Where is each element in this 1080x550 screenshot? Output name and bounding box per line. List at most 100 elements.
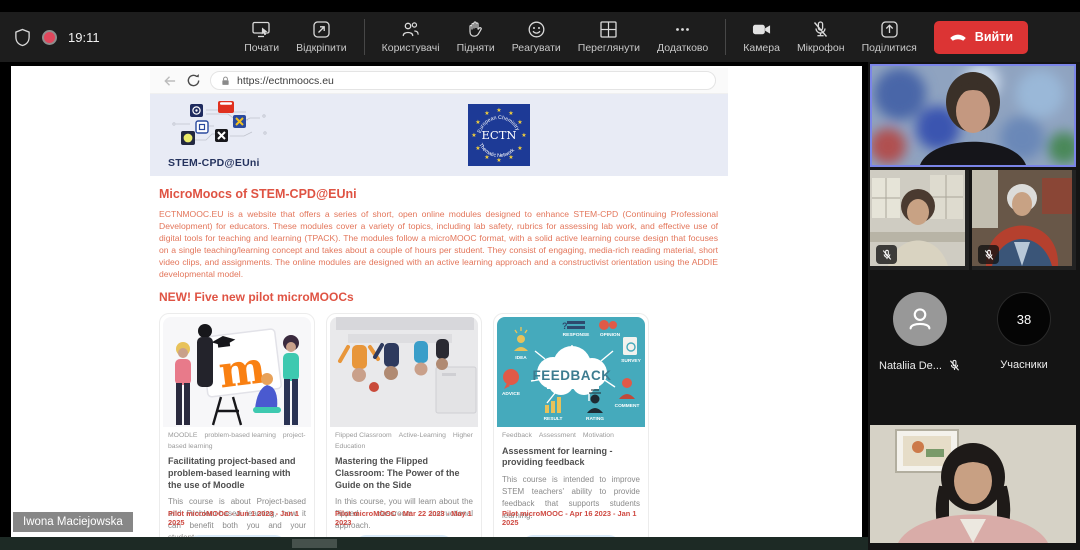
svg-text:★: ★ [484,110,489,117]
video-tile-participant-2[interactable] [870,170,969,270]
participant-name-label: Nataliia De... [879,359,961,372]
svg-text:★: ★ [517,119,522,126]
reload-icon[interactable] [186,73,201,88]
unpin-button[interactable]: Відкріпити [296,20,347,54]
camera-button[interactable]: Камера [743,20,780,54]
leave-button[interactable]: Вийти [933,20,1028,54]
mic-muted-badge [876,245,897,264]
svg-text:★: ★ [517,145,522,152]
course-card-feedback: FEEDBACK ? IDEA RESPONSE OPINION SURVEY … [493,313,649,550]
course-tags: Flipped Classroom Active-Learning Higher E… [335,432,473,450]
intro-paragraph: ECTNMOOC.EU is a website that offers a s… [159,209,718,280]
course-card-moodle: m MOODLE problem-based learning project-… [159,313,315,550]
participants-button[interactable]: Користувачі [382,20,440,54]
phone-hangup-icon [949,34,966,41]
mic-muted-icon [814,21,828,37]
course-tags: Feedback Assessment Motivation [502,432,614,440]
course-title: Assessment for learning - providing feed… [502,445,613,468]
video-tile-participant-3[interactable] [972,170,1076,270]
presenter-name-tag: Iwona Maciejowska [13,512,133,532]
svg-text:★: ★ [508,110,513,117]
start-share-button[interactable]: Почати [244,20,279,54]
view-button[interactable]: Переглянути [578,20,640,54]
svg-text:RESPONSE: RESPONSE [563,332,590,338]
participants-count-badge: 38 [997,292,1051,346]
course-image-moodle: m [163,317,311,428]
site-body: MicroMoocs of STEM-CPD@EUni ECTNMOOC.EU … [150,176,728,550]
more-button[interactable]: Додатково [657,20,708,54]
svg-text:RESULT: RESULT [544,416,563,422]
svg-text:FEEDBACK: FEEDBACK [532,368,611,383]
course-image-feedback: FEEDBACK ? IDEA RESPONSE OPINION SURVEY … [497,317,645,428]
share-screen-icon [252,21,270,38]
ectn-logo: ★ ★★ ★★★ ★★★ ★★★ European Chemistry Thema… [468,104,530,166]
course-card-flipped: Flipped Classroom Active-Learning Higher E… [326,313,482,550]
mic-muted-icon [949,359,960,371]
svg-text:m: m [216,342,268,398]
shared-screen: https://ectnmoocs.eu STEM-CPD@EUni ★ ★ ★… [11,66,862,550]
url-text: https://ectnmoocs.eu [237,74,334,87]
course-title: Mastering the Flipped Classroom: The Pow… [335,456,460,490]
browser-window: https://ectnmoocs.eu STEM-CPD@EUni ★ ★ ★… [150,68,728,550]
page-title: MicroMoocs of STEM-CPD@EUni [159,187,357,201]
speaker-video [872,66,1074,165]
course-title: Facilitating project-based and problem-b… [168,456,296,490]
meeting-toolbar: 19:11 Почати Відкріпити Користувачі Підн… [0,12,1080,62]
taskbar-strip [0,537,868,550]
participants-icon [402,22,419,37]
raise-hand-button[interactable]: Підняти [457,20,495,54]
svg-text:?: ? [562,321,568,331]
svg-text:ADVICE: ADVICE [502,391,521,397]
course-tags: MOODLE problem-based learning project-base… [168,432,306,450]
meeting-window: 19:11 Почати Відкріпити Користувачі Підн… [0,0,1080,550]
participants-count-tile[interactable]: 38 Учасники [972,292,1076,371]
stem-cpd-logo [172,101,267,145]
security-shield-icon [15,28,30,46]
toolbar-divider [363,19,365,55]
toolbar-divider [725,19,727,55]
svg-text:★: ★ [496,107,501,114]
svg-text:ECTN: ECTN [482,128,517,142]
svg-text:OPINION: OPINION [600,332,621,338]
meeting-info: 19:11 [14,28,100,47]
microphone-button[interactable]: Мікрофон [797,20,845,54]
svg-text:RATING: RATING [586,416,604,422]
view-grid-icon [600,21,618,38]
raise-hand-icon [469,21,482,37]
lock-icon [222,76,229,85]
participants-label: Учасники [1000,359,1048,371]
video-tile-participant-4[interactable] [870,425,1076,543]
react-button[interactable]: Реагувати [512,20,561,54]
video-tile-active-speaker[interactable] [870,64,1076,167]
svg-text:IDEA: IDEA [515,355,527,361]
unpin-icon [313,21,330,38]
stem-cpd-logo-text: STEM-CPD@EUni [168,157,260,169]
svg-text:★: ★ [521,132,526,139]
svg-text:SURVEY: SURVEY [621,358,641,364]
svg-text:★: ★ [471,132,476,139]
section-heading: NEW! Five new pilot microMOOCs [159,290,354,305]
more-dots-icon [676,28,690,31]
share-button[interactable]: Поділитися [862,20,917,54]
svg-text:★: ★ [475,119,480,126]
react-smiley-icon [528,21,545,38]
browser-chrome: https://ectnmoocs.eu [150,68,728,94]
mic-muted-badge [978,245,999,264]
participant-video [870,425,1076,543]
meeting-timer: 19:11 [68,29,100,45]
course-dates: Pilot microMOOC - Jun 1 2023 - Jan 1 202… [168,509,300,528]
participant-tile-nataliia[interactable]: Nataliia De... [868,292,972,372]
taskbar-segment [292,539,337,548]
recording-indicator-icon [42,29,57,45]
share-up-icon [881,21,898,38]
course-cards: m MOODLE problem-based learning project-… [159,313,718,550]
svg-text:COMMENT: COMMENT [615,403,640,409]
back-icon[interactable] [162,74,177,88]
course-image-flipped [330,317,478,428]
address-bar[interactable]: https://ectnmoocs.eu [210,71,716,90]
site-header: STEM-CPD@EUni ★ ★ ★ ★ ★ ★ ★ ★ ★ ★ ★ ★ European C… [150,94,728,176]
course-dates: Pilot microMOOC - Apr 16 2023 - Jan 1 20… [502,509,637,528]
course-dates: Pilot microMOOC - Mar 22 2023 - May 1 20… [335,509,472,528]
person-icon [909,308,931,330]
avatar [893,292,947,346]
